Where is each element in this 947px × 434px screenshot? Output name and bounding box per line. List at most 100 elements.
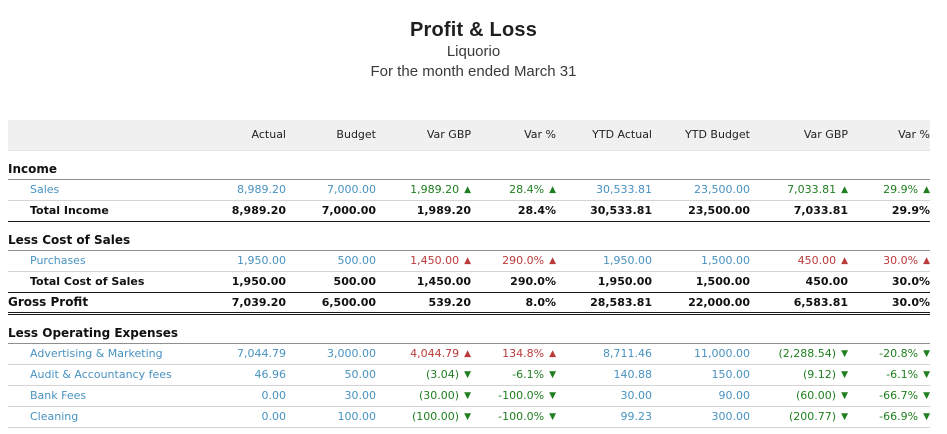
value-budget: 7,000.00: [327, 183, 376, 196]
cell-advertising-marketing-ytd-budget[interactable]: 11,000.00: [652, 343, 750, 364]
row-advertising-marketing: Advertising & Marketing 7,044.793,000.00 4…: [8, 343, 930, 364]
cell-sales-ytd-actual[interactable]: 30,533.81: [556, 179, 652, 200]
value-var-gbp: 4,044.79: [410, 347, 459, 360]
value-ytd-var-gbp: 450.00: [798, 254, 837, 267]
profit-loss-report: Profit & Loss Liquorio For the month end…: [0, 0, 947, 434]
value-var-pct: 28.4%: [518, 204, 556, 217]
value-actual: 7,044.79: [237, 347, 286, 360]
value-ytd-budget: 22,000.00: [688, 296, 750, 309]
cell-cleaning-ytd-budget[interactable]: 300.00: [652, 406, 750, 427]
section-title-income: Income: [8, 150, 930, 179]
cell-audit-accountancy-fees-budget[interactable]: 50.00: [286, 364, 376, 385]
cell-advertising-marketing-actual[interactable]: 7,044.79: [223, 343, 286, 364]
value-ytd-var-pct: 30.0%: [883, 254, 918, 267]
cell-advertising-marketing-ytd-actual[interactable]: 8,711.46: [556, 343, 652, 364]
down-arrow-icon: ▼: [549, 413, 556, 422]
down-arrow-icon: ▼: [841, 350, 848, 359]
cell-cleaning-var-gbp: (100.00)▼: [376, 406, 471, 427]
cell-audit-accountancy-fees-ytd-var-pct: -6.1%▼: [848, 364, 930, 385]
account-link-cleaning[interactable]: Cleaning: [8, 406, 223, 427]
value-ytd-budget: 90.00: [719, 389, 751, 402]
cell-purchases-budget[interactable]: 500.00: [286, 250, 376, 271]
cell-total-income-ytd-var-gbp: 7,033.81: [750, 200, 848, 221]
cell-bank-fees-var-gbp: (30.00)▼: [376, 385, 471, 406]
cell-bank-fees-ytd-budget[interactable]: 90.00: [652, 385, 750, 406]
cell-purchases-ytd-actual[interactable]: 1,950.00: [556, 250, 652, 271]
cell-advertising-marketing-budget[interactable]: 3,000.00: [286, 343, 376, 364]
cell-total-income-var-pct: 28.4%: [471, 200, 556, 221]
account-link-purchases[interactable]: Purchases: [8, 250, 223, 271]
cell-total-cost-of-sales-ytd-actual: 1,950.00: [556, 271, 652, 292]
cell-total-cost-of-sales-var-pct: 290.0%: [471, 271, 556, 292]
row-bank-fees: Bank Fees0.0030.00(30.00)▼-100.0%▼30.009…: [8, 385, 930, 406]
cell-sales-var-pct: 28.4%▲: [471, 179, 556, 200]
value-ytd-var-pct: 30.0%: [892, 275, 930, 288]
cell-audit-accountancy-fees-actual[interactable]: 46.96: [223, 364, 286, 385]
total-label-total-income: Total Income: [8, 200, 223, 221]
cell-sales-actual[interactable]: 8,989.20: [223, 179, 286, 200]
cell-purchases-ytd-var-pct: 30.0%▲: [848, 250, 930, 271]
down-arrow-icon: ▼: [464, 371, 471, 380]
value-ytd-var-pct: -6.1%: [886, 368, 918, 381]
cell-cleaning-ytd-var-gbp: (200.77)▼: [750, 406, 848, 427]
cell-purchases-ytd-budget[interactable]: 1,500.00: [652, 250, 750, 271]
account-link-advertising-marketing[interactable]: Advertising & Marketing: [8, 343, 223, 364]
account-link-audit-accountancy-fees[interactable]: Audit & Accountancy fees: [8, 364, 223, 385]
cell-audit-accountancy-fees-ytd-var-gbp: (9.12)▼: [750, 364, 848, 385]
value-var-gbp: (30.00): [419, 389, 459, 402]
column-header-row: Actual Budget Var GBP Var % YTD Actual Y…: [8, 120, 930, 150]
cell-audit-accountancy-fees-ytd-budget[interactable]: 150.00: [652, 364, 750, 385]
cell-advertising-marketing-ytd-var-gbp: (2,288.54)▼: [750, 343, 848, 364]
value-ytd-budget: 150.00: [712, 368, 751, 381]
cell-sales-ytd-budget[interactable]: 23,500.00: [652, 179, 750, 200]
value-ytd-var-pct: 29.9%: [883, 183, 918, 196]
value-ytd-budget: 23,500.00: [694, 183, 750, 196]
value-var-gbp: 1,450.00: [417, 275, 471, 288]
up-arrow-icon: ▲: [549, 350, 556, 359]
value-ytd-actual: 28,583.81: [590, 296, 652, 309]
cell-bank-fees-ytd-var-pct: -66.7%▼: [848, 385, 930, 406]
value-ytd-var-pct: -66.9%: [879, 410, 918, 423]
column-header-ytd-budget: YTD Budget: [652, 120, 750, 150]
cell-bank-fees-ytd-actual[interactable]: 30.00: [556, 385, 652, 406]
cell-cleaning-budget[interactable]: 100.00: [286, 406, 376, 427]
cell-purchases-actual[interactable]: 1,950.00: [223, 250, 286, 271]
up-arrow-icon: ▲: [841, 186, 848, 195]
cell-gross-profit-var-pct: 8.0%: [471, 292, 556, 313]
cell-bank-fees-budget[interactable]: 30.00: [286, 385, 376, 406]
value-var-pct: -6.1%: [512, 368, 544, 381]
value-budget: 500.00: [338, 254, 377, 267]
cell-bank-fees-actual[interactable]: 0.00: [223, 385, 286, 406]
cell-audit-accountancy-fees-ytd-actual[interactable]: 140.88: [556, 364, 652, 385]
cell-total-cost-of-sales-ytd-var-gbp: 450.00: [750, 271, 848, 292]
value-actual: 8,989.20: [232, 204, 286, 217]
row-sales: Sales8,989.207,000.001,989.20▲28.4%▲30,5…: [8, 179, 930, 200]
value-ytd-actual: 1,950.00: [603, 254, 652, 267]
column-header-account: [8, 120, 223, 150]
value-var-pct: 28.4%: [509, 183, 544, 196]
value-budget: 100.00: [338, 410, 377, 423]
up-arrow-icon: ▲: [464, 186, 471, 195]
cell-gross-profit-actual: 7,039.20: [223, 292, 286, 313]
report-title: Profit & Loss: [0, 18, 947, 42]
cell-gross-profit-ytd-budget: 22,000.00: [652, 292, 750, 313]
value-ytd-budget: 23,500.00: [688, 204, 750, 217]
row-cleaning: Cleaning0.00100.00(100.00)▼-100.0%▼99.23…: [8, 406, 930, 427]
value-ytd-var-gbp: (9.12): [803, 368, 836, 381]
value-var-gbp: 1,989.20: [417, 204, 471, 217]
row-audit-accountancy-fees: Audit & Accountancy fees46.9650.00(3.04)…: [8, 364, 930, 385]
account-link-sales[interactable]: Sales: [8, 179, 223, 200]
cell-total-income-ytd-actual: 30,533.81: [556, 200, 652, 221]
up-arrow-icon: ▲: [923, 186, 930, 195]
cell-cleaning-ytd-actual[interactable]: 99.23: [556, 406, 652, 427]
column-header-ytd-var-gbp: Var GBP: [750, 120, 848, 150]
cell-bank-fees-ytd-var-gbp: (60.00)▼: [750, 385, 848, 406]
account-link-bank-fees[interactable]: Bank Fees: [8, 385, 223, 406]
value-ytd-budget: 1,500.00: [696, 275, 750, 288]
cell-advertising-marketing-var-pct: 134.8%▲: [471, 343, 556, 364]
cell-sales-budget[interactable]: 7,000.00: [286, 179, 376, 200]
cell-gross-profit-ytd-actual: 28,583.81: [556, 292, 652, 313]
value-var-pct: 290.0%: [502, 254, 544, 267]
cell-cleaning-actual[interactable]: 0.00: [223, 406, 286, 427]
row-total-income: Total Income8,989.207,000.001,989.2028.4…: [8, 200, 930, 221]
